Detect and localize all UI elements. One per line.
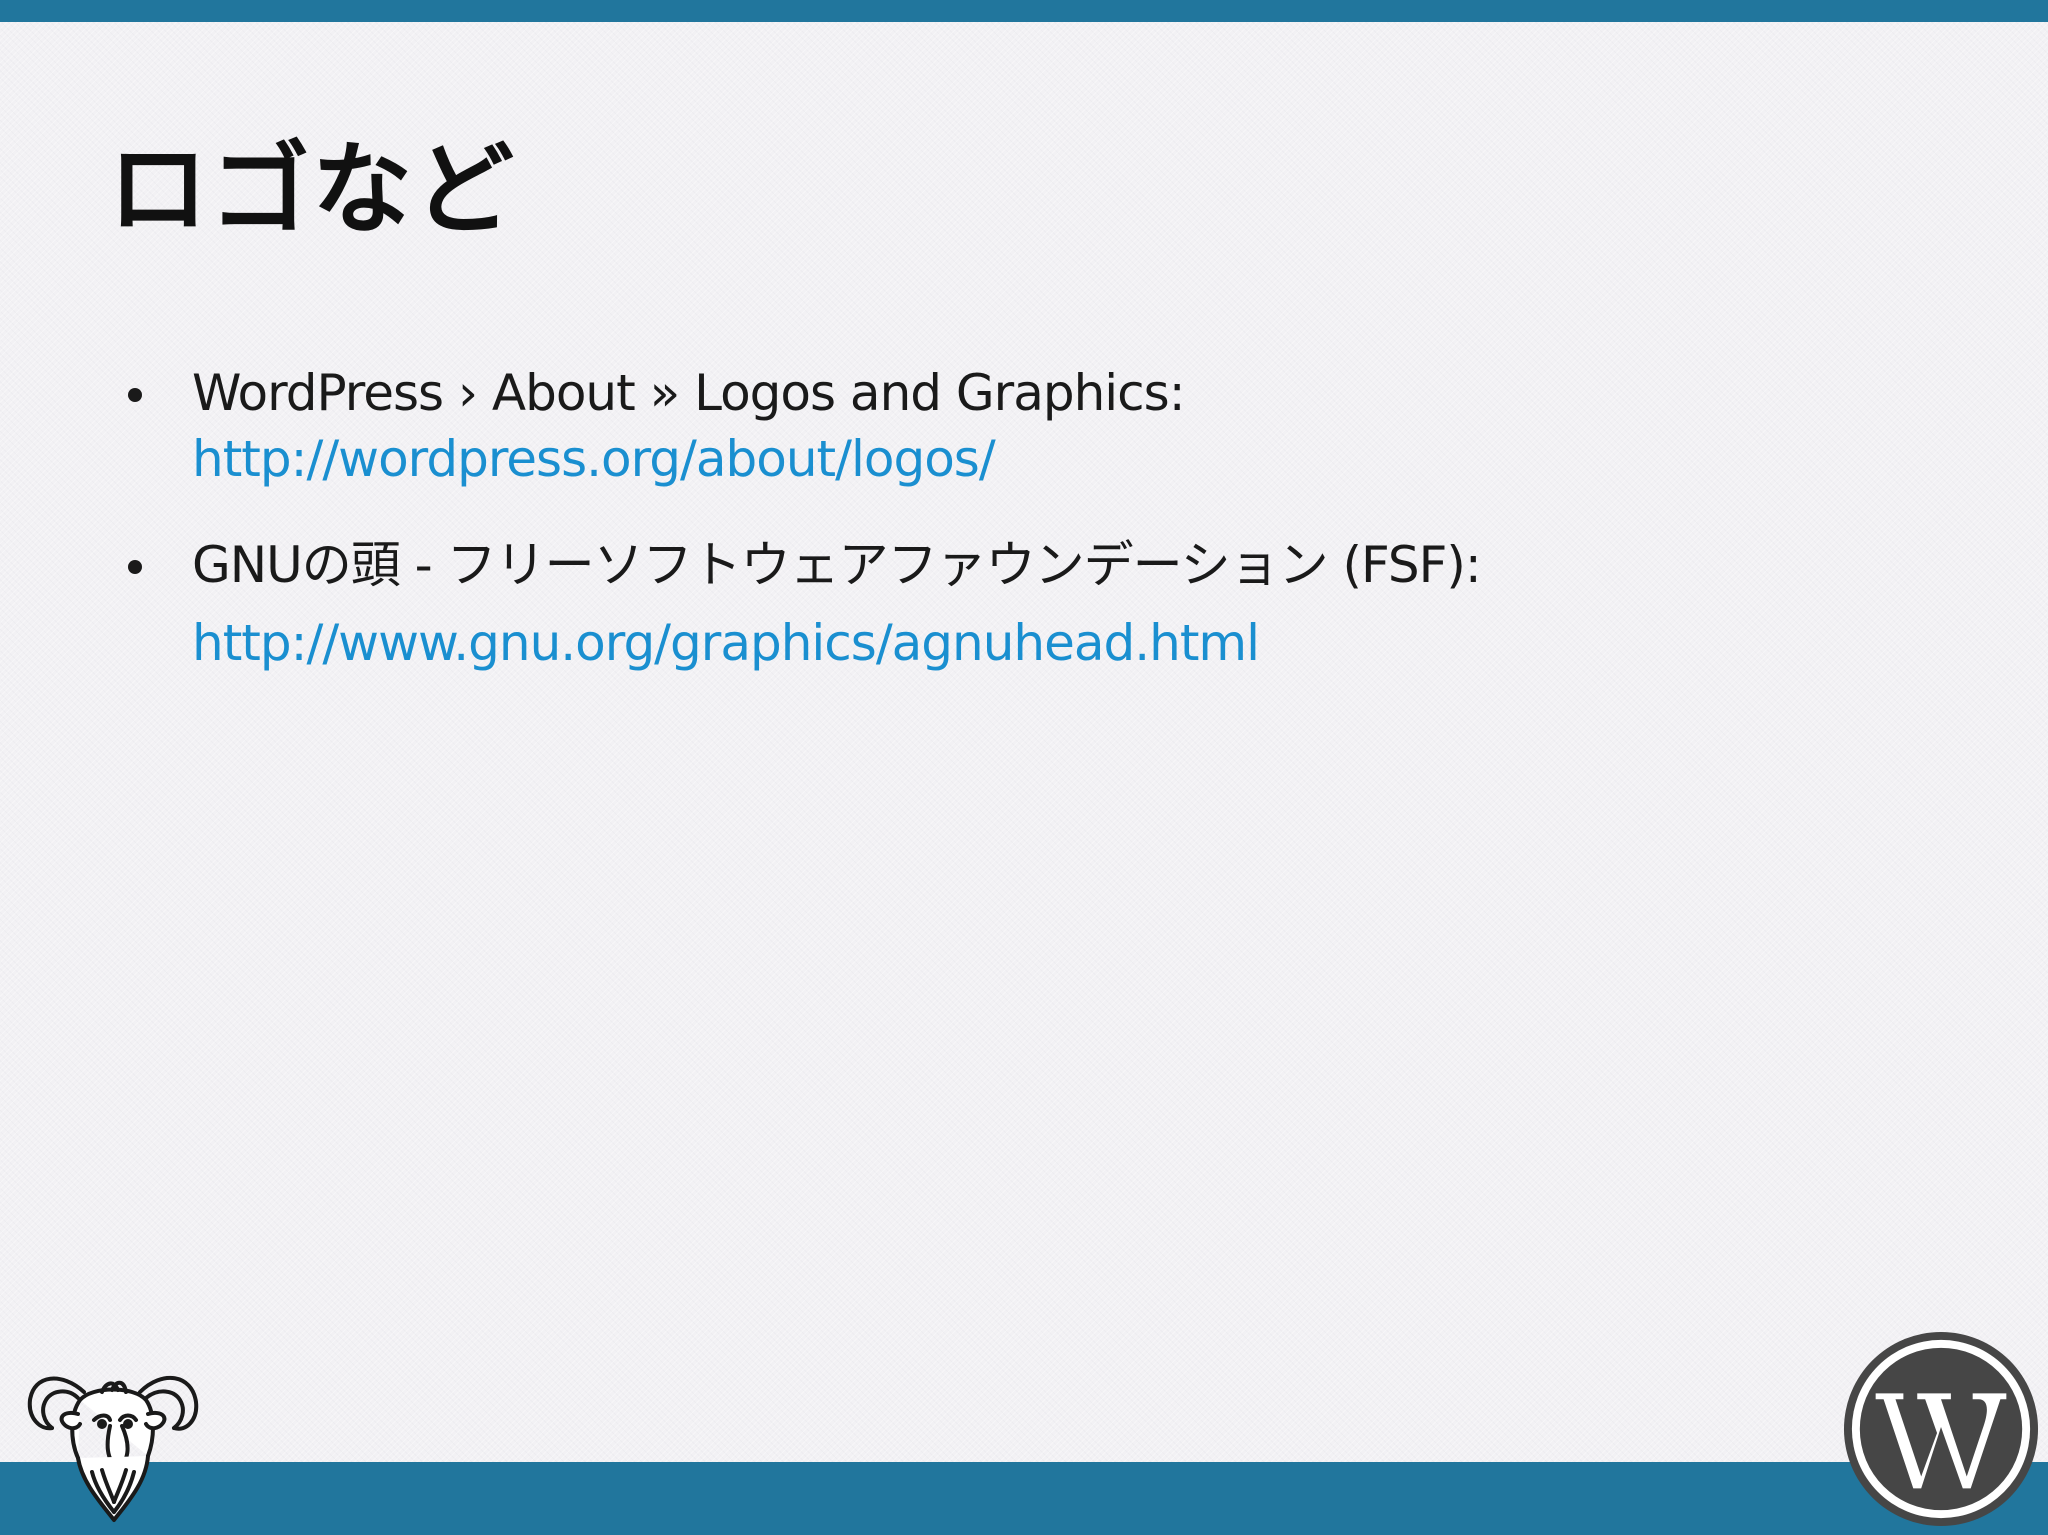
list-item: GNUの頭 - フリーソフトウェアファウンデーション (FSF): http:/… bbox=[120, 532, 1970, 676]
wordpress-logos-link[interactable]: http://wordpress.org/about/logos/ bbox=[192, 426, 1970, 492]
list-item: WordPress › About » Logos and Graphics: … bbox=[120, 360, 1970, 492]
wordpress-logo-icon bbox=[1843, 1331, 2039, 1527]
bullet-text: GNUの頭 - フリーソフトウェアファウンデーション (FSF): bbox=[192, 536, 1482, 594]
top-bar bbox=[0, 0, 2048, 22]
bullet-text: WordPress › About » Logos and Graphics: bbox=[192, 364, 1186, 422]
bullet-dot bbox=[128, 560, 142, 574]
gnu-head-link[interactable]: http://www.gnu.org/graphics/agnuhead.htm… bbox=[192, 610, 1970, 676]
bullet-list: WordPress › About » Logos and Graphics: … bbox=[120, 360, 1970, 716]
bullet-dot bbox=[128, 388, 142, 402]
bottom-bar bbox=[0, 1462, 2048, 1535]
gnu-head-icon bbox=[27, 1375, 199, 1522]
slide-title: ロゴなど bbox=[108, 131, 516, 248]
